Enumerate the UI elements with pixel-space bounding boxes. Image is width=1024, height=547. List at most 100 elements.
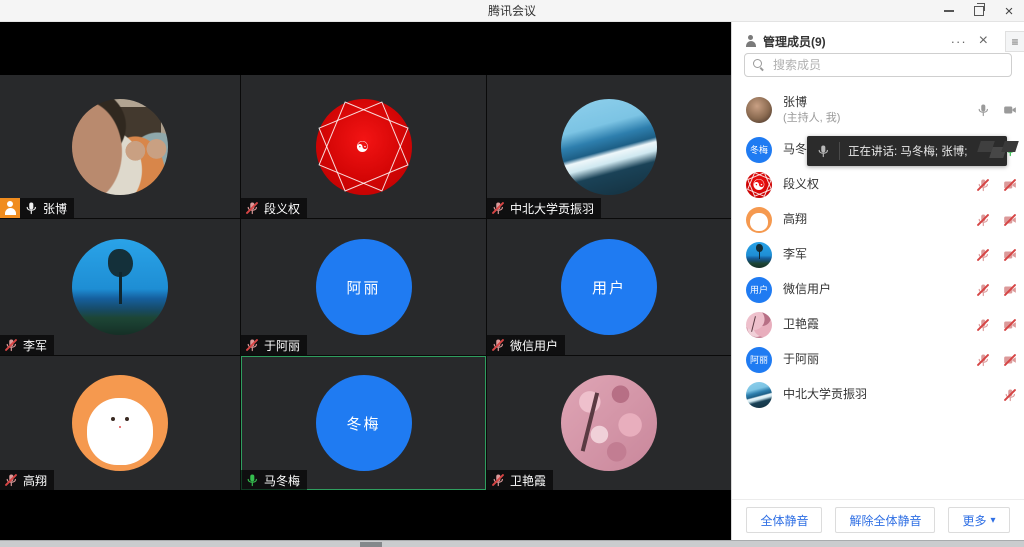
- tile-name-label: 高翔: [0, 470, 54, 490]
- window-titlebar: 腾讯会议 ×: [0, 0, 1024, 22]
- mute-all-button[interactable]: 全体静音: [746, 507, 822, 533]
- host-badge-icon: [0, 198, 20, 218]
- close-button[interactable]: ×: [994, 0, 1024, 22]
- video-tile[interactable]: 李军: [0, 219, 240, 355]
- mic-icon[interactable]: [1003, 388, 1017, 402]
- member-search: [744, 53, 1012, 77]
- tencent-meeting-watermark-icon: [975, 136, 1019, 166]
- mic-icon[interactable]: [976, 283, 990, 297]
- member-row[interactable]: ☯ 段义权: [732, 167, 1024, 202]
- mic-icon: [245, 338, 259, 352]
- mic-icon: [4, 473, 18, 487]
- tile-name-label: 于阿丽: [241, 335, 307, 355]
- video-tile[interactable]: 卫艳霞: [487, 356, 731, 490]
- tile-name-label: 马冬梅: [241, 470, 307, 490]
- video-area: 张博 ☯ 段义权 中北大学贡振羽: [0, 22, 731, 540]
- mic-icon[interactable]: [976, 318, 990, 332]
- member-row[interactable]: 李军: [732, 237, 1024, 272]
- unmute-all-button[interactable]: 解除全体静音: [835, 507, 935, 533]
- participant-avatar: 用户: [561, 239, 657, 335]
- mic-icon: [4, 338, 18, 352]
- participant-name: 高翔: [23, 472, 47, 489]
- mic-icon: [816, 144, 830, 158]
- more-button[interactable]: 更多▾: [948, 507, 1009, 533]
- camera-icon[interactable]: [1003, 318, 1017, 332]
- video-tile[interactable]: 中北大学贡振羽: [487, 75, 731, 218]
- close-icon: ×: [1005, 4, 1014, 19]
- member-row[interactable]: 中北大学贡振羽: [732, 377, 1024, 412]
- member-name: 微信用户: [783, 282, 965, 298]
- mic-icon[interactable]: [976, 248, 990, 262]
- participant-name: 张博: [43, 200, 67, 217]
- member-avatar: [746, 382, 772, 408]
- participant-avatar: [72, 375, 168, 471]
- member-name: 高翔: [783, 212, 965, 228]
- panel-header: 管理成员(9) ··· ×: [732, 22, 1024, 51]
- video-tile[interactable]: ☯ 段义权: [241, 75, 486, 218]
- mic-icon: [24, 201, 38, 215]
- tile-name-label: 张博: [0, 198, 74, 218]
- mic-icon: [491, 338, 505, 352]
- speaking-indicator-tooltip: 正在讲话: 马冬梅; 张博;: [807, 136, 1007, 166]
- mic-icon[interactable]: [976, 353, 990, 367]
- member-avatar: [746, 207, 772, 233]
- panel-title: 管理成员(9): [763, 33, 941, 50]
- tile-name-label: 卫艳霞: [487, 470, 553, 490]
- panel-menu-icon[interactable]: ≡: [1005, 31, 1024, 52]
- member-name: 于阿丽: [783, 352, 965, 368]
- member-avatar: [746, 97, 772, 123]
- camera-icon[interactable]: [1003, 353, 1017, 367]
- speaking-text: 正在讲话: 马冬梅; 张博;: [840, 143, 975, 159]
- mic-icon: [245, 473, 259, 487]
- search-icon: [753, 59, 765, 71]
- camera-icon[interactable]: [1003, 213, 1017, 227]
- member-row[interactable]: 卫艳霞: [732, 307, 1024, 342]
- participant-avatar: [72, 239, 168, 335]
- member-avatar: 用户: [746, 277, 772, 303]
- member-avatar: [746, 242, 772, 268]
- panel-close-icon[interactable]: ×: [977, 33, 990, 49]
- video-tile[interactable]: 高翔: [0, 356, 240, 490]
- mic-icon: [245, 201, 259, 215]
- taskbar-item: [360, 542, 382, 547]
- tile-name-label: 段义权: [241, 198, 307, 218]
- mic-icon[interactable]: [976, 103, 990, 117]
- minimize-button[interactable]: [934, 0, 964, 22]
- member-row[interactable]: 用户 微信用户: [732, 272, 1024, 307]
- camera-icon[interactable]: [1003, 178, 1017, 192]
- restore-button[interactable]: [964, 0, 994, 22]
- panel-footer: 全体静音 解除全体静音 更多▾: [732, 499, 1024, 540]
- camera-icon[interactable]: [1003, 283, 1017, 297]
- member-name: 段义权: [783, 177, 965, 193]
- participant-name: 李军: [23, 337, 47, 354]
- members-icon: [744, 35, 757, 48]
- member-avatar: [746, 312, 772, 338]
- taskbar-strip: [0, 540, 1024, 547]
- member-row[interactable]: 高翔: [732, 202, 1024, 237]
- minimize-icon: [944, 10, 954, 12]
- member-management-panel: 管理成员(9) ··· × ≡ 张博 (主持人, 我) 冬梅 马冬梅: [731, 22, 1024, 540]
- participant-avatar: 阿丽: [316, 239, 412, 335]
- member-avatar: 冬梅: [746, 137, 772, 163]
- mic-icon[interactable]: [976, 213, 990, 227]
- mic-icon[interactable]: [976, 178, 990, 192]
- participant-name: 于阿丽: [264, 337, 300, 354]
- search-input[interactable]: [771, 57, 1003, 73]
- panel-more-icon[interactable]: ···: [947, 34, 971, 49]
- video-tile[interactable]: 用户 微信用户: [487, 219, 731, 355]
- member-row[interactable]: 阿丽 于阿丽: [732, 342, 1024, 377]
- video-tile[interactable]: 阿丽 于阿丽: [241, 219, 486, 355]
- participant-avatar: 冬梅: [316, 375, 412, 471]
- video-tile[interactable]: 张博: [0, 75, 240, 218]
- camera-icon[interactable]: [1003, 103, 1017, 117]
- member-avatar: 阿丽: [746, 347, 772, 373]
- tile-name-label: 微信用户: [487, 335, 565, 355]
- member-row[interactable]: 张博 (主持人, 我): [732, 88, 1024, 132]
- tile-name-label: 李军: [0, 335, 54, 355]
- camera-icon[interactable]: [1003, 248, 1017, 262]
- tencent-meeting-window: 腾讯会议 × 张博 ☯ 段义权: [0, 0, 1024, 547]
- mic-icon: [491, 473, 505, 487]
- participant-avatar: [561, 375, 657, 471]
- video-tile[interactable]: 冬梅 马冬梅: [241, 356, 486, 490]
- restore-icon: [974, 6, 984, 16]
